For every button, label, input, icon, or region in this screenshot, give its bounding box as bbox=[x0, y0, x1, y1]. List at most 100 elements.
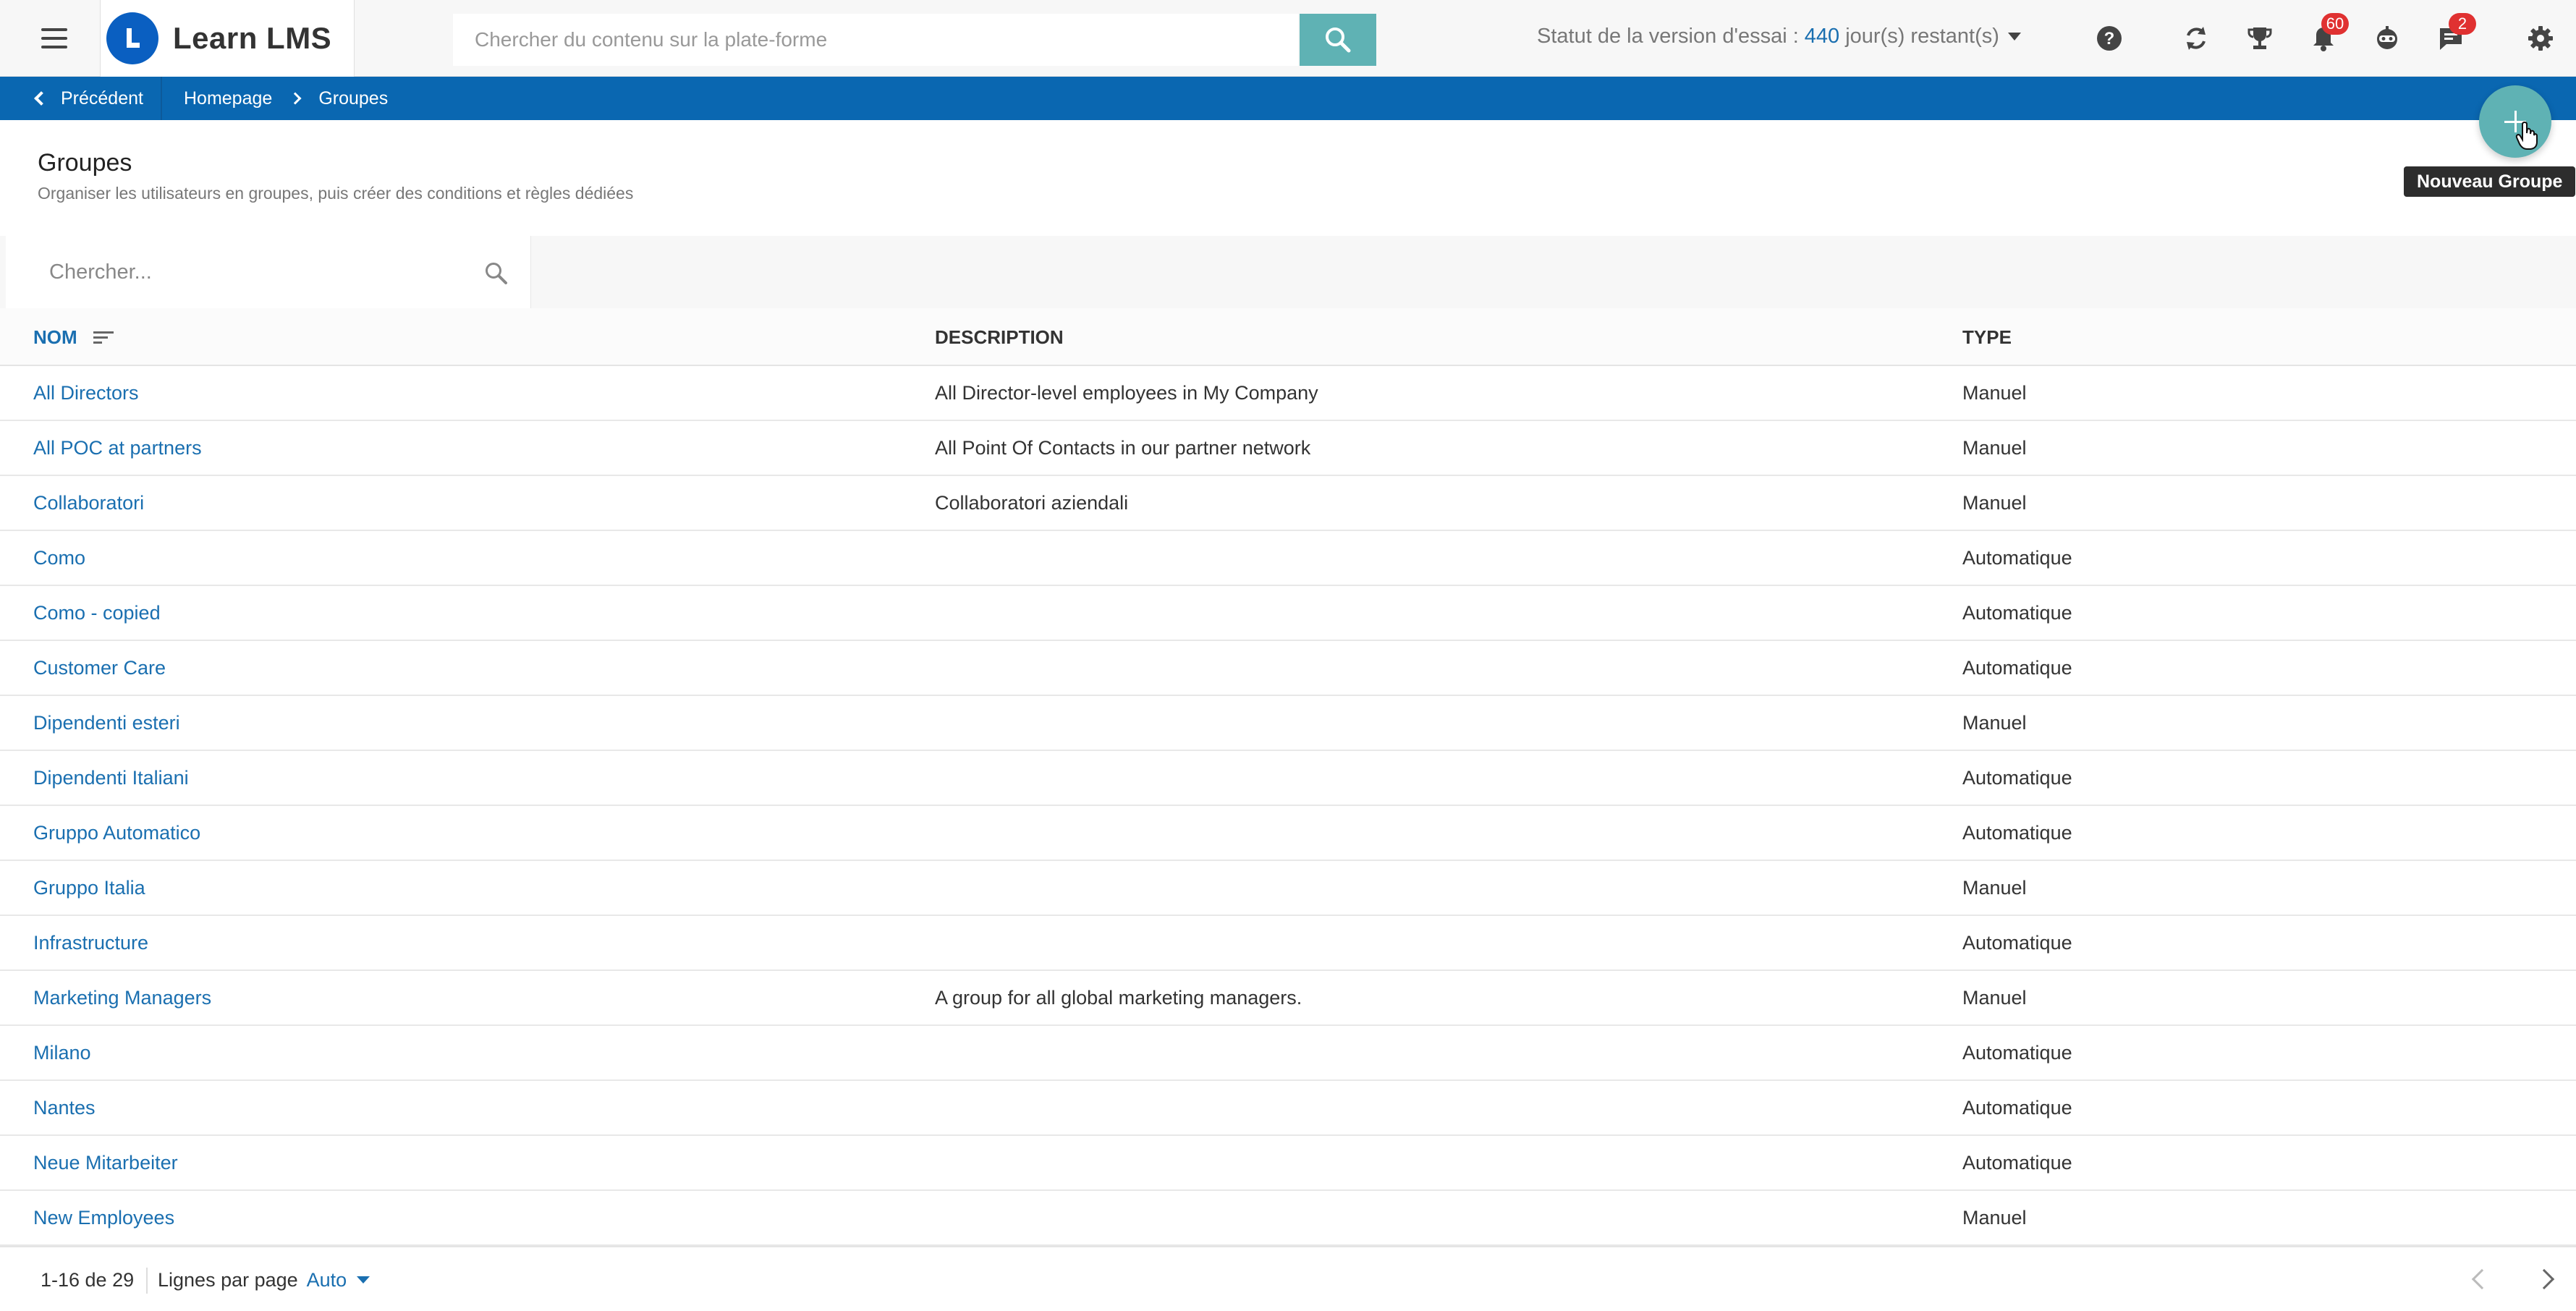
group-description: All Point Of Contacts in our partner net… bbox=[935, 436, 1311, 459]
breadcrumb-item-groupes: Groupes bbox=[318, 88, 389, 109]
sync-icon[interactable] bbox=[2178, 20, 2214, 56]
chevron-left-icon bbox=[34, 91, 48, 106]
notifications-bell-icon[interactable]: 60 bbox=[2305, 13, 2349, 56]
group-type: Automatique bbox=[1962, 1151, 2072, 1174]
table-row[interactable]: Dipendenti Italiani Automatique bbox=[0, 751, 2576, 806]
groups-table-body: All Directors All Director-level employee… bbox=[0, 366, 2576, 1246]
group-name-link[interactable]: All Directors bbox=[33, 366, 139, 420]
table-row[interactable]: Customer Care Automatique bbox=[0, 641, 2576, 696]
trial-status-dropdown[interactable]: Statut de la version d'essai : 440 jour(… bbox=[1537, 25, 2021, 48]
group-name-link[interactable]: Infrastructure bbox=[33, 916, 148, 970]
breadcrumb: Homepage Groupes bbox=[184, 77, 388, 120]
pagination-range: 1-16 de 29 bbox=[41, 1268, 135, 1291]
rows-per-page-select[interactable]: Auto bbox=[307, 1269, 370, 1291]
group-name-link[interactable]: Neue Mitarbeiter bbox=[33, 1136, 178, 1189]
group-type: Automatique bbox=[1962, 1041, 2072, 1064]
trial-label: Statut de la version d'essai : bbox=[1537, 25, 1799, 48]
app-name: Learn LMS bbox=[173, 21, 332, 55]
table-row[interactable]: Collaboratori Collaboratori aziendali Manu… bbox=[0, 476, 2576, 531]
table-row[interactable]: Milano Automatique bbox=[0, 1026, 2576, 1081]
table-row[interactable]: Dipendenti esteri Manuel bbox=[0, 696, 2576, 751]
column-label-type: TYPE bbox=[1962, 326, 2012, 348]
group-type: Automatique bbox=[1962, 601, 2072, 624]
group-type: Automatique bbox=[1962, 1096, 2072, 1119]
table-row[interactable]: New Employees Manuel bbox=[0, 1191, 2576, 1246]
group-name-link[interactable]: All POC at partners bbox=[33, 421, 202, 475]
group-name-link[interactable]: Como - copied bbox=[33, 586, 161, 640]
table-header: NOM DESCRIPTION TYPE bbox=[0, 308, 2576, 366]
logo-icon bbox=[106, 12, 158, 64]
group-name-link[interactable]: Gruppo Automatico bbox=[33, 806, 200, 860]
group-name-link[interactable]: Nantes bbox=[33, 1081, 96, 1134]
column-header-nom[interactable]: NOM bbox=[33, 308, 114, 366]
group-description: A group for all global marketing manager… bbox=[935, 986, 1302, 1009]
app-logo[interactable]: Learn LMS bbox=[100, 0, 355, 77]
table-row[interactable]: Gruppo Italia Manuel bbox=[0, 861, 2576, 916]
global-search bbox=[453, 14, 1376, 66]
search-button[interactable] bbox=[1300, 14, 1376, 66]
group-name-link[interactable]: Como bbox=[33, 531, 85, 585]
global-search-input[interactable] bbox=[453, 14, 1298, 66]
settings-gear-icon[interactable] bbox=[2522, 20, 2559, 56]
chevron-down-icon bbox=[2007, 33, 2021, 41]
group-type: Manuel bbox=[1962, 711, 2027, 734]
table-row[interactable]: Marketing Managers A group for all global… bbox=[0, 971, 2576, 1026]
search-icon bbox=[1326, 27, 1351, 53]
hamburger-menu-icon[interactable] bbox=[29, 20, 80, 56]
trophy-icon[interactable] bbox=[2242, 20, 2278, 56]
breadcrumb-bar: Précédent Homepage Groupes bbox=[0, 77, 2576, 120]
group-name-link[interactable]: Collaboratori bbox=[33, 476, 144, 530]
pagination-footer: 1-16 de 29 Lignes par page Auto bbox=[0, 1246, 2576, 1311]
table-row[interactable]: All Directors All Director-level employee… bbox=[0, 366, 2576, 421]
search-icon[interactable] bbox=[483, 260, 508, 285]
trial-suffix: jour(s) restant(s) bbox=[1845, 25, 1999, 48]
column-header-description[interactable]: DESCRIPTION bbox=[935, 308, 1064, 366]
next-page-icon[interactable] bbox=[2533, 1268, 2555, 1290]
messages-badge: 2 bbox=[2449, 13, 2476, 35]
help-icon[interactable]: ? bbox=[2091, 20, 2127, 56]
group-type: Automatique bbox=[1962, 546, 2072, 569]
table-row[interactable]: Nantes Automatique bbox=[0, 1081, 2576, 1136]
group-name-link[interactable]: Gruppo Italia bbox=[33, 861, 145, 915]
rows-per-page-label: Lignes par page bbox=[158, 1268, 298, 1291]
hand-cursor-icon bbox=[2515, 122, 2538, 150]
group-type: Manuel bbox=[1962, 381, 2027, 404]
robot-assistant-icon[interactable] bbox=[2369, 20, 2405, 56]
column-label-nom: NOM bbox=[33, 326, 77, 348]
table-row[interactable]: Como - copied Automatique bbox=[0, 586, 2576, 641]
messages-icon[interactable]: 2 bbox=[2433, 13, 2476, 56]
filter-bar bbox=[0, 236, 2576, 308]
rows-per-page: Lignes par page Auto bbox=[158, 1247, 370, 1311]
group-type: Manuel bbox=[1962, 436, 2027, 459]
group-name-link[interactable]: Customer Care bbox=[33, 641, 166, 695]
chevron-down-icon bbox=[357, 1276, 370, 1284]
table-row[interactable]: Neue Mitarbeiter Automatique bbox=[0, 1136, 2576, 1191]
top-bar: Learn LMS Statut de la version d'essai :… bbox=[0, 0, 2576, 77]
group-type: Manuel bbox=[1962, 491, 2027, 514]
table-row[interactable]: Como Automatique bbox=[0, 531, 2576, 586]
table-row[interactable]: Infrastructure Automatique bbox=[0, 916, 2576, 971]
group-type: Manuel bbox=[1962, 876, 2027, 899]
group-name-link[interactable]: Dipendenti esteri bbox=[33, 696, 180, 750]
trial-days: 440 bbox=[1804, 25, 1840, 48]
group-name-link[interactable]: Milano bbox=[33, 1026, 91, 1079]
table-row[interactable]: Gruppo Automatico Automatique bbox=[0, 806, 2576, 861]
table-search-input[interactable] bbox=[6, 250, 440, 294]
group-name-link[interactable]: Dipendenti Italiani bbox=[33, 751, 189, 805]
page-subtitle: Organiser les utilisateurs en groupes, p… bbox=[38, 184, 634, 203]
footer-divider bbox=[146, 1268, 148, 1294]
group-name-link[interactable]: New Employees bbox=[33, 1191, 174, 1244]
svg-text:?: ? bbox=[2104, 29, 2115, 48]
group-type: Automatique bbox=[1962, 931, 2072, 954]
back-label: Précédent bbox=[61, 88, 143, 109]
column-header-type[interactable]: TYPE bbox=[1962, 308, 2012, 366]
group-name-link[interactable]: Marketing Managers bbox=[33, 971, 211, 1024]
previous-page-icon[interactable] bbox=[2471, 1268, 2493, 1290]
group-type: Manuel bbox=[1962, 1206, 2027, 1229]
table-row[interactable]: All POC at partners All Point Of Contacts… bbox=[0, 421, 2576, 476]
group-type: Automatique bbox=[1962, 656, 2072, 679]
table-search bbox=[6, 236, 531, 308]
back-button[interactable]: Précédent bbox=[0, 77, 162, 120]
breadcrumb-item-homepage[interactable]: Homepage bbox=[184, 88, 272, 109]
sort-icon bbox=[93, 331, 114, 344]
